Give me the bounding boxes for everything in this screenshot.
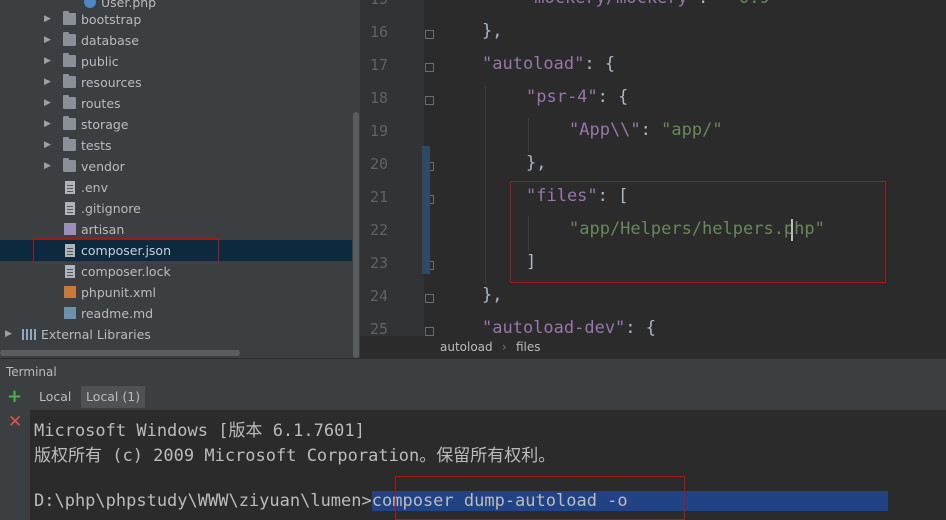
code-editor[interactable]: 15 16 17 18 19 20 21 22 23 24 25 "mocker… <box>360 0 946 336</box>
line-number: 15 <box>360 0 388 8</box>
fold-marker-icon[interactable] <box>425 327 434 336</box>
terminal-tabs: Local Local (1) <box>30 384 946 410</box>
folder-icon <box>63 158 76 172</box>
folder-icon <box>63 95 76 109</box>
tab-local-1[interactable]: Local (1) <box>81 386 146 408</box>
breadcrumb: autoload › files <box>360 336 946 358</box>
expand-arrow-icon[interactable]: ▶ <box>44 114 54 135</box>
code-line-16: }, <box>482 21 503 41</box>
line-number: 22 <box>369 221 388 239</box>
tree-item-artisan[interactable]: artisan <box>0 219 352 240</box>
tree-vertical-scrollbar[interactable] <box>352 0 360 358</box>
close-terminal-icon[interactable]: ✕ <box>8 414 22 431</box>
folder-icon <box>63 116 76 130</box>
terminal-line: 版权所有 (c) 2009 Microsoft Corporation。保留所有… <box>34 446 556 466</box>
expand-arrow-icon[interactable]: ▶ <box>44 72 54 93</box>
fold-marker-icon[interactable] <box>425 96 434 105</box>
expand-arrow-icon[interactable]: ▶ <box>44 93 54 114</box>
tree-item-routes[interactable]: ▶ routes <box>0 93 352 114</box>
file-icon <box>65 181 75 194</box>
terminal-title-bar: Terminal <box>0 358 946 385</box>
line-number: 20 <box>369 155 388 173</box>
fold-marker-icon[interactable] <box>425 30 434 39</box>
folder-icon <box>63 32 76 46</box>
code-line-18: "psr-4": { <box>526 87 629 107</box>
breadcrumb-item-autoload[interactable]: autoload <box>440 340 493 354</box>
code-line-20: }, <box>526 153 547 173</box>
breadcrumb-separator: › <box>502 340 507 354</box>
indent-guide <box>485 86 486 284</box>
fold-marker-icon[interactable] <box>425 294 434 303</box>
highlight-box-files <box>510 181 886 283</box>
code-line-25: "autoload-dev": { <box>482 318 657 336</box>
code-line-24: }, <box>482 285 503 305</box>
line-number: 23 <box>369 254 388 272</box>
line-number: 18 <box>369 89 388 107</box>
add-terminal-icon[interactable]: + <box>7 388 22 406</box>
terminal-title: Terminal <box>6 365 57 379</box>
line-number: 21 <box>369 188 388 206</box>
line-number: 19 <box>369 122 388 140</box>
tree-item-tests[interactable]: ▶ tests <box>0 135 352 156</box>
vcs-change-marker <box>422 146 430 274</box>
php-script-icon <box>64 223 76 235</box>
folder-icon <box>63 11 76 25</box>
project-tree: User.php ▶ bootstrap ▶ database ▶ public… <box>0 0 352 358</box>
folder-icon <box>63 74 76 88</box>
php-file-icon <box>84 0 96 8</box>
tree-item-readme-md[interactable]: readme.md <box>0 303 352 324</box>
markdown-file-icon <box>64 307 76 319</box>
line-number: 17 <box>369 56 388 74</box>
line-number: 24 <box>369 287 388 305</box>
expand-arrow-icon[interactable]: ▶ <box>44 51 54 72</box>
file-icon <box>65 202 75 215</box>
tree-item-external-libraries[interactable]: ▶ External Libraries <box>0 324 352 345</box>
code-line-17: "autoload": { <box>482 54 616 74</box>
breadcrumb-item-files[interactable]: files <box>516 340 541 354</box>
file-icon <box>65 265 75 278</box>
terminal-output[interactable]: Microsoft Windows [版本 6.1.7601] 版权所有 (c)… <box>30 410 946 520</box>
tree-item-env[interactable]: .env <box>0 177 352 198</box>
tree-item-database[interactable]: ▶ database <box>0 30 352 51</box>
tree-item-composer-lock[interactable]: composer.lock <box>0 261 352 282</box>
expand-arrow-icon[interactable]: ▶ <box>44 135 54 156</box>
terminal-prompt: D:\php\phpstudy\WWW\ziyuan\lumen> <box>34 491 372 511</box>
xml-file-icon <box>64 286 76 298</box>
line-number: 16 <box>369 23 388 41</box>
tree-item-bootstrap[interactable]: ▶ bootstrap <box>0 9 352 30</box>
terminal-line: Microsoft Windows [版本 6.1.7601] <box>34 421 365 441</box>
tree-horizontal-scrollbar[interactable] <box>0 350 240 356</box>
library-icon <box>22 329 36 340</box>
tree-item-public[interactable]: ▶ public <box>0 51 352 72</box>
highlight-box-composer-json <box>33 238 219 264</box>
tree-item-gitignore[interactable]: .gitignore <box>0 198 352 219</box>
expand-arrow-icon[interactable]: ▶ <box>5 324 15 345</box>
indent-guide <box>528 118 529 152</box>
tree-item-vendor[interactable]: ▶ vendor <box>0 156 352 177</box>
fold-marker-icon[interactable] <box>425 63 434 72</box>
line-number-gutter: 15 16 17 18 19 20 21 22 23 24 25 <box>360 0 434 336</box>
expand-arrow-icon[interactable]: ▶ <box>44 30 54 51</box>
code-line-15: "mockery/mockery": "~0.9" <box>524 0 780 8</box>
scrollbar-thumb[interactable] <box>353 112 359 358</box>
tree-item-storage[interactable]: ▶ storage <box>0 114 352 135</box>
line-number: 25 <box>369 320 388 336</box>
expand-arrow-icon[interactable]: ▶ <box>44 9 54 30</box>
expand-arrow-icon[interactable]: ▶ <box>44 156 54 177</box>
tree-item-resources[interactable]: ▶ resources <box>0 72 352 93</box>
folder-icon <box>63 53 76 67</box>
highlight-box-command <box>395 476 685 520</box>
tab-local[interactable]: Local <box>34 386 76 408</box>
code-line-19: "App\\": "app/" <box>569 120 723 140</box>
folder-icon <box>63 137 76 151</box>
tree-item-phpunit-xml[interactable]: phpunit.xml <box>0 282 352 303</box>
terminal-toolbar: + ✕ <box>0 384 30 520</box>
